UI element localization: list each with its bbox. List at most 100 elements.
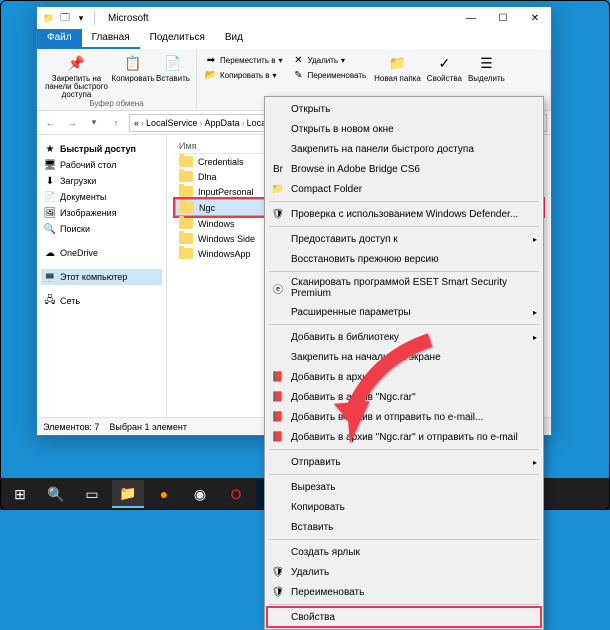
- context-separator: [269, 201, 539, 202]
- item-count: Элементов: 7: [43, 422, 99, 432]
- app-icon: 🗔: [59, 12, 71, 24]
- context-item-icon: [271, 480, 285, 494]
- dropdown-icon[interactable]: ▾: [75, 12, 87, 24]
- context-separator: [269, 324, 539, 325]
- sidebar-documents[interactable]: 📄Документы: [41, 189, 162, 205]
- context-item[interactable]: 📕Добавить в архив...: [267, 367, 541, 387]
- context-item-icon: [271, 545, 285, 559]
- picture-icon: 🖼: [44, 207, 56, 219]
- context-item[interactable]: 📕 Добавить в архив "Ngc.rar" и отправить …: [267, 427, 541, 447]
- pin-icon: 📌: [67, 53, 87, 73]
- move-to-button[interactable]: ➡Переместить в ▾: [203, 53, 285, 67]
- chrome-taskbar[interactable]: ◉: [184, 480, 216, 508]
- recent-button[interactable]: ▾: [85, 114, 103, 132]
- tab-home[interactable]: Главная: [82, 29, 140, 49]
- tab-view[interactable]: Вид: [215, 29, 253, 49]
- start-button[interactable]: ⊞: [4, 480, 36, 508]
- tab-file[interactable]: Файл: [37, 29, 82, 49]
- context-item[interactable]: Свойства: [267, 607, 541, 627]
- context-item-icon: 🛡: [271, 585, 285, 599]
- context-item-icon: [271, 142, 285, 156]
- context-item[interactable]: Вставить: [267, 517, 541, 537]
- context-item[interactable]: Расширенные параметры: [267, 302, 541, 322]
- context-item-label: Вставить: [291, 522, 333, 533]
- context-item-icon: [271, 102, 285, 116]
- context-item[interactable]: Добавить в библиотеку: [267, 327, 541, 347]
- context-item-label: Добавить в архив "Ngc.rar": [291, 392, 416, 403]
- sidebar-quick-access[interactable]: ★Быстрый доступ: [41, 141, 162, 157]
- context-item-label: Отправить: [291, 457, 341, 468]
- sidebar-this-pc[interactable]: 💻Этот компьютер: [41, 269, 162, 285]
- folder-icon: [179, 171, 193, 182]
- select-all-button[interactable]: ☰ Выделить: [468, 53, 505, 83]
- folder-icon: [179, 233, 193, 244]
- star-icon: ★: [44, 143, 56, 155]
- context-item[interactable]: Открыть: [267, 99, 541, 119]
- sidebar-desktop[interactable]: 🖥Рабочий стол: [41, 157, 162, 173]
- opera-taskbar[interactable]: O: [220, 480, 252, 508]
- back-button[interactable]: ←: [41, 114, 59, 132]
- select-icon: ☰: [476, 53, 496, 73]
- maximize-button[interactable]: ☐: [487, 7, 519, 29]
- context-item-icon: 📕: [271, 430, 285, 444]
- copy-to-button[interactable]: 📂Копировать в ▾: [203, 68, 285, 82]
- context-item[interactable]: 📕Добавить в архив и отправить по e-mail.…: [267, 407, 541, 427]
- paste-icon: 📄: [163, 53, 183, 73]
- up-button[interactable]: ↑: [107, 114, 125, 132]
- taskview-button[interactable]: ▭: [76, 480, 108, 508]
- context-item[interactable]: Восстановить прежнюю версию: [267, 249, 541, 269]
- cloud-icon: ☁: [44, 247, 56, 259]
- properties-button[interactable]: ✓ Свойства: [427, 53, 462, 83]
- context-item[interactable]: Создать ярлык: [267, 542, 541, 562]
- tab-share[interactable]: Поделиться: [140, 29, 215, 49]
- context-item-icon: [271, 122, 285, 136]
- context-item-icon: [271, 455, 285, 469]
- rename-button[interactable]: ✎Переименовать: [291, 68, 369, 82]
- delete-button[interactable]: ✕Удалить ▾: [291, 53, 369, 67]
- close-button[interactable]: ✕: [519, 7, 551, 29]
- rename-icon: ✎: [293, 69, 305, 81]
- paste-button[interactable]: 📄 Вставить: [156, 53, 190, 83]
- ribbon-tabs: Файл Главная Поделиться Вид: [37, 29, 551, 49]
- context-item[interactable]: Открыть в новом окне: [267, 119, 541, 139]
- forward-button[interactable]: →: [63, 114, 81, 132]
- context-item[interactable]: Закрепить на панели быстрого доступа: [267, 139, 541, 159]
- sidebar-searches[interactable]: 🔍Поиски: [41, 221, 162, 237]
- context-item[interactable]: BrBrowse in Adobe Bridge CS6: [267, 159, 541, 179]
- context-item[interactable]: Закрепить на начальном экране: [267, 347, 541, 367]
- sidebar-downloads[interactable]: ⬇Загрузки: [41, 173, 162, 189]
- context-item[interactable]: Отправить: [267, 452, 541, 472]
- context-item[interactable]: 📁Compact Folder: [267, 179, 541, 199]
- sidebar-pictures[interactable]: 🖼Изображения: [41, 205, 162, 221]
- context-separator: [269, 271, 539, 272]
- firefox-taskbar[interactable]: ●: [148, 480, 180, 508]
- new-folder-button[interactable]: 📁 Новая папка: [374, 53, 421, 83]
- context-item[interactable]: Предоставить доступ к: [267, 229, 541, 249]
- context-item[interactable]: 📕Добавить в архив "Ngc.rar": [267, 387, 541, 407]
- context-item-label: Проверка с использованием Windows Defend…: [291, 209, 518, 220]
- context-separator: [269, 474, 539, 475]
- group-clipboard-label: Буфер обмена: [43, 99, 190, 108]
- search-button[interactable]: 🔍: [40, 480, 72, 508]
- context-item-icon: Br: [271, 162, 285, 176]
- context-item[interactable]: Копировать: [267, 497, 541, 517]
- download-icon: ⬇: [44, 175, 56, 187]
- context-item[interactable]: ⓔСканировать программой ESET Smart Secur…: [267, 274, 541, 302]
- sidebar-onedrive[interactable]: ☁OneDrive: [41, 245, 162, 261]
- copy-button[interactable]: 📋 Копировать: [116, 53, 150, 83]
- context-item-label: Добавить в архив "Ngc.rar" и отправить п…: [291, 432, 518, 443]
- context-item-label: Расширенные параметры: [291, 307, 411, 318]
- context-item-label: Переименовать: [291, 587, 364, 598]
- document-icon: 📄: [44, 191, 56, 203]
- context-item[interactable]: Вырезать: [267, 477, 541, 497]
- context-item[interactable]: 🛡Проверка с использованием Windows Defen…: [267, 204, 541, 224]
- pin-button[interactable]: 📌 Закрепить на панели быстрого доступа: [43, 53, 110, 99]
- context-item-label: Открыть: [291, 104, 330, 115]
- minimize-button[interactable]: —: [455, 7, 487, 29]
- context-item[interactable]: 🛡 Переименовать: [267, 582, 541, 602]
- sidebar-network[interactable]: 🖧Сеть: [41, 293, 162, 309]
- explorer-taskbar[interactable]: 📁: [112, 480, 144, 508]
- context-item-label: Копировать: [291, 502, 345, 513]
- context-item-icon: [271, 520, 285, 534]
- context-item[interactable]: 🛡Удалить: [267, 562, 541, 582]
